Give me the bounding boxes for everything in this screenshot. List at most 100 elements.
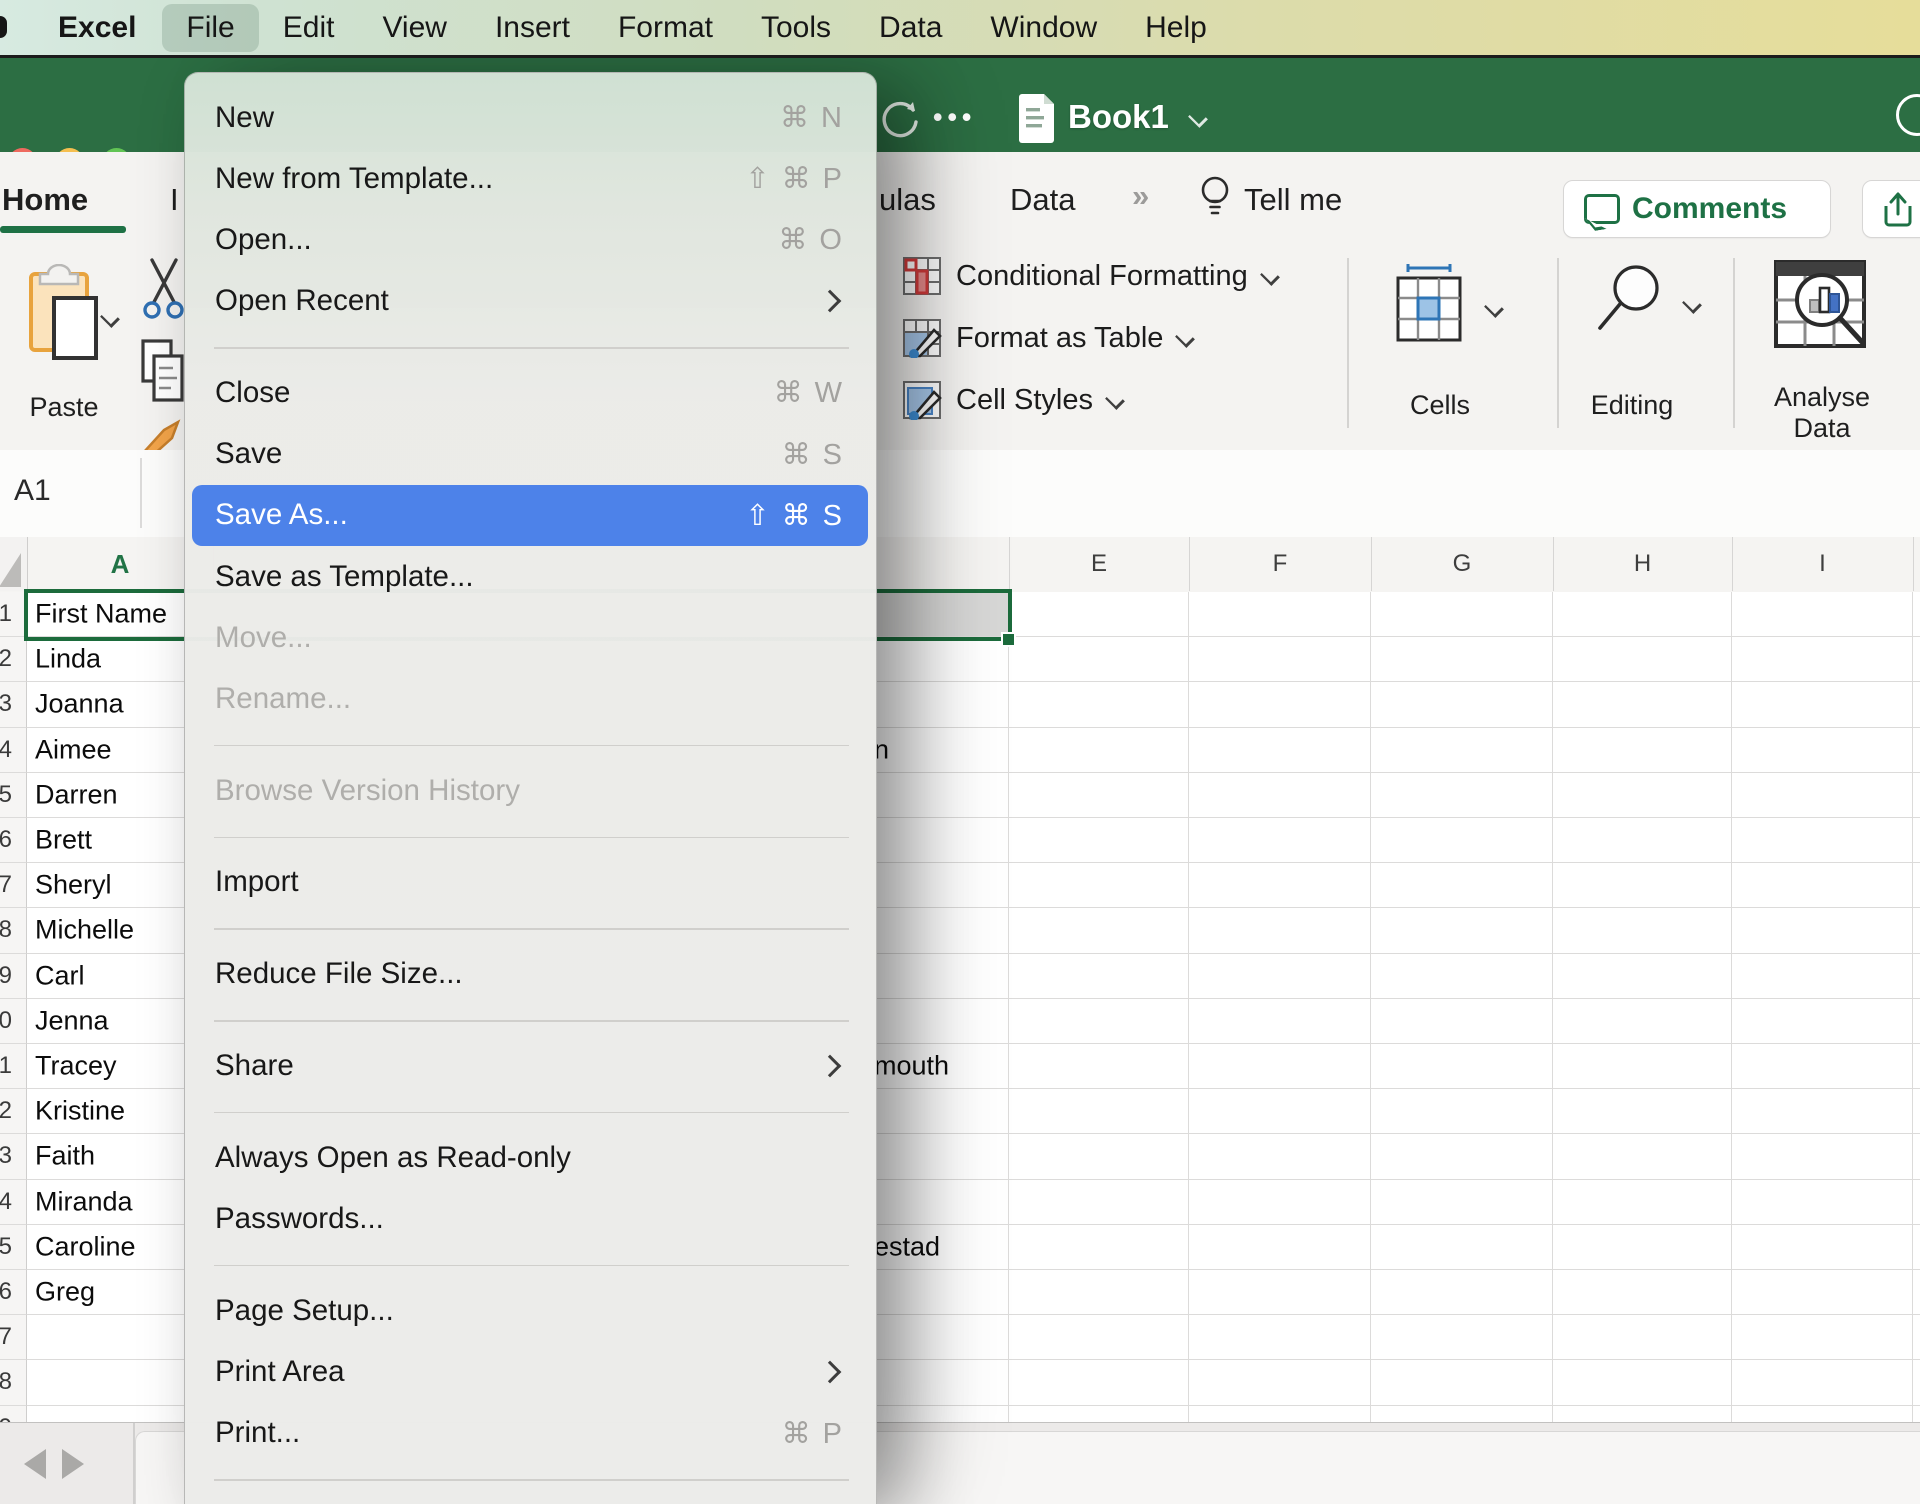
tab-data[interactable]: Data	[1010, 182, 1075, 218]
cell-I12[interactable]	[1732, 1089, 1913, 1134]
row-header-17[interactable]: 17	[0, 1315, 27, 1360]
row-header-4[interactable]: 4	[0, 728, 27, 773]
menubar-item-excel[interactable]: Excel	[34, 4, 160, 52]
cell-H3[interactable]	[1553, 682, 1732, 727]
cell-E1[interactable]	[1009, 592, 1189, 637]
cell-E8[interactable]	[1009, 908, 1189, 953]
cell-H2[interactable]	[1553, 637, 1732, 682]
cell-I18[interactable]	[1732, 1360, 1913, 1405]
cell-G5[interactable]	[1371, 773, 1553, 818]
cell-spill6[interactable]	[1913, 818, 1920, 863]
cell-E4[interactable]	[1009, 728, 1189, 773]
column-header-E[interactable]: E	[1009, 537, 1190, 591]
cell-F15[interactable]	[1189, 1225, 1371, 1270]
cell-I14[interactable]	[1732, 1180, 1913, 1225]
tell-me-box[interactable]: Tell me	[1244, 182, 1342, 218]
cell-I16[interactable]	[1732, 1270, 1913, 1315]
fill-handle[interactable]	[1001, 632, 1016, 647]
cell-E6[interactable]	[1009, 818, 1189, 863]
row-header-13[interactable]: 13	[0, 1134, 27, 1179]
cell-G15[interactable]	[1371, 1225, 1553, 1270]
cell-F2[interactable]	[1189, 637, 1371, 682]
share-button[interactable]	[1862, 180, 1920, 238]
row-header-7[interactable]: 7	[0, 863, 27, 908]
row-header-10[interactable]: 10	[0, 999, 27, 1044]
cell-E2[interactable]	[1009, 637, 1189, 682]
file-menu-item-reduce-file-size[interactable]: Reduce File Size...	[185, 944, 876, 1005]
menubar-item-format[interactable]: Format	[594, 4, 737, 52]
cell-I15[interactable]	[1732, 1225, 1913, 1270]
cell-E12[interactable]	[1009, 1089, 1189, 1134]
conditional-formatting-button[interactable]: Conditional Formatting	[902, 256, 1278, 296]
cell-spill14[interactable]	[1913, 1180, 1920, 1225]
paste-button[interactable]	[28, 264, 102, 368]
cell-E11[interactable]	[1009, 1044, 1189, 1089]
cell-F1[interactable]	[1189, 592, 1371, 637]
cell-I6[interactable]	[1732, 818, 1913, 863]
cell-E16[interactable]	[1009, 1270, 1189, 1315]
row-header-9[interactable]: 9	[0, 954, 27, 999]
cell-F18[interactable]	[1189, 1360, 1371, 1405]
cell-H16[interactable]	[1553, 1270, 1732, 1315]
file-menu-item-save[interactable]: Save⌘ S	[185, 424, 876, 485]
cell-F10[interactable]	[1189, 999, 1371, 1044]
name-box[interactable]: A1	[14, 474, 51, 508]
paste-dropdown-chevron-icon[interactable]	[100, 308, 120, 328]
cell-H4[interactable]	[1553, 728, 1732, 773]
column-header-I[interactable]: I	[1732, 537, 1914, 591]
row-header-11[interactable]: 11	[0, 1044, 27, 1089]
cut-icon[interactable]	[142, 256, 186, 326]
cell-E9[interactable]	[1009, 954, 1189, 999]
tab-overflow-icon[interactable]: »	[1132, 178, 1149, 214]
column-header-G[interactable]: G	[1371, 537, 1554, 591]
format-as-table-button[interactable]: Format as Table	[902, 318, 1193, 358]
menubar-item-data[interactable]: Data	[855, 4, 966, 52]
file-menu-item-print[interactable]: Print...⌘ P	[185, 1403, 876, 1464]
cell-H12[interactable]	[1553, 1089, 1732, 1134]
cell-spill1[interactable]	[1913, 592, 1920, 637]
search-icon[interactable]	[1896, 94, 1920, 136]
sheet-nav-left-icon[interactable]	[24, 1449, 46, 1479]
cell-I3[interactable]	[1732, 682, 1913, 727]
cell-G2[interactable]	[1371, 637, 1553, 682]
cell-E18[interactable]	[1009, 1360, 1189, 1405]
column-header-H[interactable]: H	[1553, 537, 1733, 591]
menubar-item-view[interactable]: View	[358, 4, 470, 52]
cell-G12[interactable]	[1371, 1089, 1553, 1134]
cell-spill3[interactable]	[1913, 682, 1920, 727]
file-menu-item-page-setup[interactable]: Page Setup...	[185, 1280, 876, 1341]
cell-H18[interactable]	[1553, 1360, 1732, 1405]
file-menu-item-save-as[interactable]: Save As...⇧ ⌘ S	[192, 485, 868, 546]
menubar-item-edit[interactable]: Edit	[259, 4, 359, 52]
cell-H15[interactable]	[1553, 1225, 1732, 1270]
cell-I1[interactable]	[1732, 592, 1913, 637]
file-menu-item-new[interactable]: New⌘ N	[185, 87, 876, 148]
file-menu-item-new-from-template[interactable]: New from Template...⇧ ⌘ P	[185, 148, 876, 209]
cell-H5[interactable]	[1553, 773, 1732, 818]
cell-G17[interactable]	[1371, 1315, 1553, 1360]
file-menu-item-save-as-template[interactable]: Save as Template...	[185, 546, 876, 607]
cell-I2[interactable]	[1732, 637, 1913, 682]
more-toolbar-commands-icon[interactable]: •••	[933, 102, 976, 133]
row-header-5[interactable]: 5	[0, 773, 27, 818]
cell-spill15[interactable]	[1913, 1225, 1920, 1270]
apple-menu-icon[interactable]	[0, 16, 7, 38]
menubar-item-window[interactable]: Window	[966, 4, 1121, 52]
menubar-item-tools[interactable]: Tools	[737, 4, 855, 52]
cell-spill8[interactable]	[1913, 908, 1920, 953]
cell-spill10[interactable]	[1913, 999, 1920, 1044]
cell-F5[interactable]	[1189, 773, 1371, 818]
row-header-14[interactable]: 14	[0, 1180, 27, 1225]
row-header-2[interactable]: 2	[0, 637, 27, 682]
editing-button[interactable]	[1596, 262, 1666, 336]
select-all-corner[interactable]	[0, 537, 28, 591]
menubar-item-help[interactable]: Help	[1121, 4, 1231, 52]
row-header-8[interactable]: 8	[0, 908, 27, 953]
cell-G1[interactable]	[1371, 592, 1553, 637]
cell-spill4[interactable]	[1913, 728, 1920, 773]
cell-H7[interactable]	[1553, 863, 1732, 908]
column-header-spill[interactable]	[1913, 537, 1920, 591]
file-menu-item-print-area[interactable]: Print Area	[185, 1341, 876, 1402]
analyse-data-button[interactable]	[1772, 258, 1868, 354]
cell-E10[interactable]	[1009, 999, 1189, 1044]
